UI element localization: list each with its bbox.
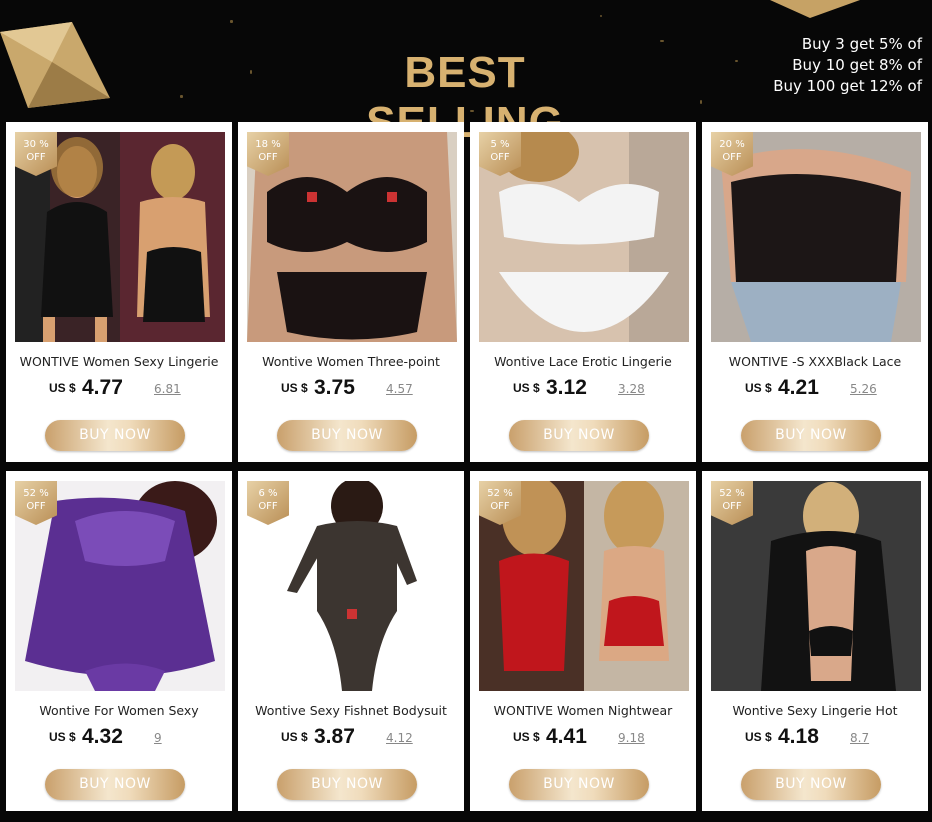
currency: US $: [49, 381, 76, 395]
product-image[interactable]: 52 % OFF: [711, 481, 921, 691]
promo-line: Buy 3 get 5% of: [801, 35, 922, 53]
product-name[interactable]: WONTIVE Women Sexy Lingerie: [14, 354, 224, 370]
header-banner: BEST SELLING Buy 3 get 5% of Buy 10 get …: [0, 0, 932, 147]
original-price: 9.18: [618, 731, 645, 745]
product-image[interactable]: 6 % OFF: [247, 481, 457, 691]
price-row: US $ 3.87 4.12: [238, 725, 464, 753]
buy-now-button[interactable]: BUY NOW: [277, 769, 417, 800]
buy-now-button[interactable]: BUY NOW: [741, 420, 881, 451]
buy-now-button[interactable]: BUY NOW: [509, 769, 649, 800]
product-card[interactable]: 20 % OFF WONTIVE -S XXXBlack Lace US $ 4…: [702, 122, 928, 462]
buy-now-button[interactable]: BUY NOW: [277, 420, 417, 451]
product-card[interactable]: 5 % OFF Wontive Lace Erotic Lingerie US …: [470, 122, 696, 462]
currency: US $: [513, 730, 540, 744]
product-grid: 30 % OFF WONTIVE Women Sexy Lingerie US …: [5, 122, 931, 814]
currency: US $: [281, 730, 308, 744]
discount-percent: 18 %: [255, 139, 281, 150]
product-card[interactable]: 52 % OFF WONTIVE Women Nightwear US $ 4.…: [470, 471, 696, 811]
original-price: 4.57: [386, 382, 413, 396]
gold-shard-left: [0, 22, 110, 108]
original-price: 4.12: [386, 731, 413, 745]
currency: US $: [745, 730, 772, 744]
buy-now-button[interactable]: BUY NOW: [45, 420, 185, 451]
price-row: US $ 4.18 8.7: [702, 725, 928, 753]
discount-percent: 20 %: [719, 139, 745, 150]
price: 4.77: [82, 376, 123, 399]
product-card[interactable]: 52 % OFF Wontive For Women Sexy US $ 4.3…: [6, 471, 232, 811]
product-image[interactable]: 52 % OFF: [15, 481, 225, 691]
currency: US $: [513, 381, 540, 395]
original-price: 3.28: [618, 382, 645, 396]
product-image[interactable]: 18 % OFF: [247, 132, 457, 342]
price: 4.18: [778, 725, 819, 748]
discount-percent: 52 %: [487, 488, 513, 499]
price: 4.21: [778, 376, 819, 399]
product-name[interactable]: Wontive Sexy Lingerie Hot: [710, 703, 920, 719]
discount-off: OFF: [26, 501, 46, 512]
product-card[interactable]: 52 % OFF Wontive Sexy Lingerie Hot US $ …: [702, 471, 928, 811]
product-name[interactable]: Wontive For Women Sexy: [14, 703, 224, 719]
original-price: 6.81: [154, 382, 181, 396]
product-name[interactable]: Wontive Sexy Fishnet Bodysuit: [246, 703, 456, 719]
promo-line: Buy 100 get 12% of: [773, 77, 922, 95]
product-name[interactable]: WONTIVE -S XXXBlack Lace: [710, 354, 920, 370]
price-row: US $ 4.41 9.18: [470, 725, 696, 753]
product-image[interactable]: 52 % OFF: [479, 481, 689, 691]
original-price: 9: [154, 731, 162, 745]
original-price: 8.7: [850, 731, 870, 745]
discount-off: OFF: [26, 152, 46, 163]
promo-line: Buy 10 get 8% of: [792, 56, 922, 74]
price: 4.41: [546, 725, 587, 748]
price: 3.87: [314, 725, 355, 748]
product-image[interactable]: 30 % OFF: [15, 132, 225, 342]
product-card[interactable]: 6 % OFF Wontive Sexy Fishnet Bodysuit US…: [238, 471, 464, 811]
product-card[interactable]: 18 % OFF Wontive Women Three-point US $ …: [238, 122, 464, 462]
discount-percent: 30 %: [23, 139, 49, 150]
discount-off: OFF: [258, 501, 278, 512]
buy-now-button[interactable]: BUY NOW: [741, 769, 881, 800]
discount-off: OFF: [490, 501, 510, 512]
discount-off: OFF: [490, 152, 510, 163]
discount-off: OFF: [258, 152, 278, 163]
product-name[interactable]: WONTIVE Women Nightwear: [478, 703, 688, 719]
currency: US $: [281, 381, 308, 395]
product-card[interactable]: 30 % OFF WONTIVE Women Sexy Lingerie US …: [6, 122, 232, 462]
price-row: US $ 4.21 5.26: [702, 376, 928, 404]
discount-percent: 52 %: [23, 488, 49, 499]
discount-off: OFF: [722, 152, 742, 163]
promo-text: Buy 3 get 5% of Buy 10 get 8% of Buy 100…: [773, 34, 922, 97]
original-price: 5.26: [850, 382, 877, 396]
product-name[interactable]: Wontive Women Three-point: [246, 354, 456, 370]
product-image[interactable]: 20 % OFF: [711, 132, 921, 342]
price-row: US $ 4.32 9: [6, 725, 232, 753]
discount-percent: 6 %: [258, 488, 278, 499]
currency: US $: [745, 381, 772, 395]
currency: US $: [49, 730, 76, 744]
price: 3.12: [546, 376, 587, 399]
discount-percent: 52 %: [719, 488, 745, 499]
gold-shard-right: [770, 0, 860, 18]
price: 4.32: [82, 725, 123, 748]
product-name[interactable]: Wontive Lace Erotic Lingerie: [478, 354, 688, 370]
price-row: US $ 3.12 3.28: [470, 376, 696, 404]
product-image[interactable]: 5 % OFF: [479, 132, 689, 342]
discount-percent: 5 %: [490, 139, 510, 150]
discount-off: OFF: [722, 501, 742, 512]
price-row: US $ 3.75 4.57: [238, 376, 464, 404]
buy-now-button[interactable]: BUY NOW: [45, 769, 185, 800]
price-row: US $ 4.77 6.81: [6, 376, 232, 404]
buy-now-button[interactable]: BUY NOW: [509, 420, 649, 451]
price: 3.75: [314, 376, 355, 399]
